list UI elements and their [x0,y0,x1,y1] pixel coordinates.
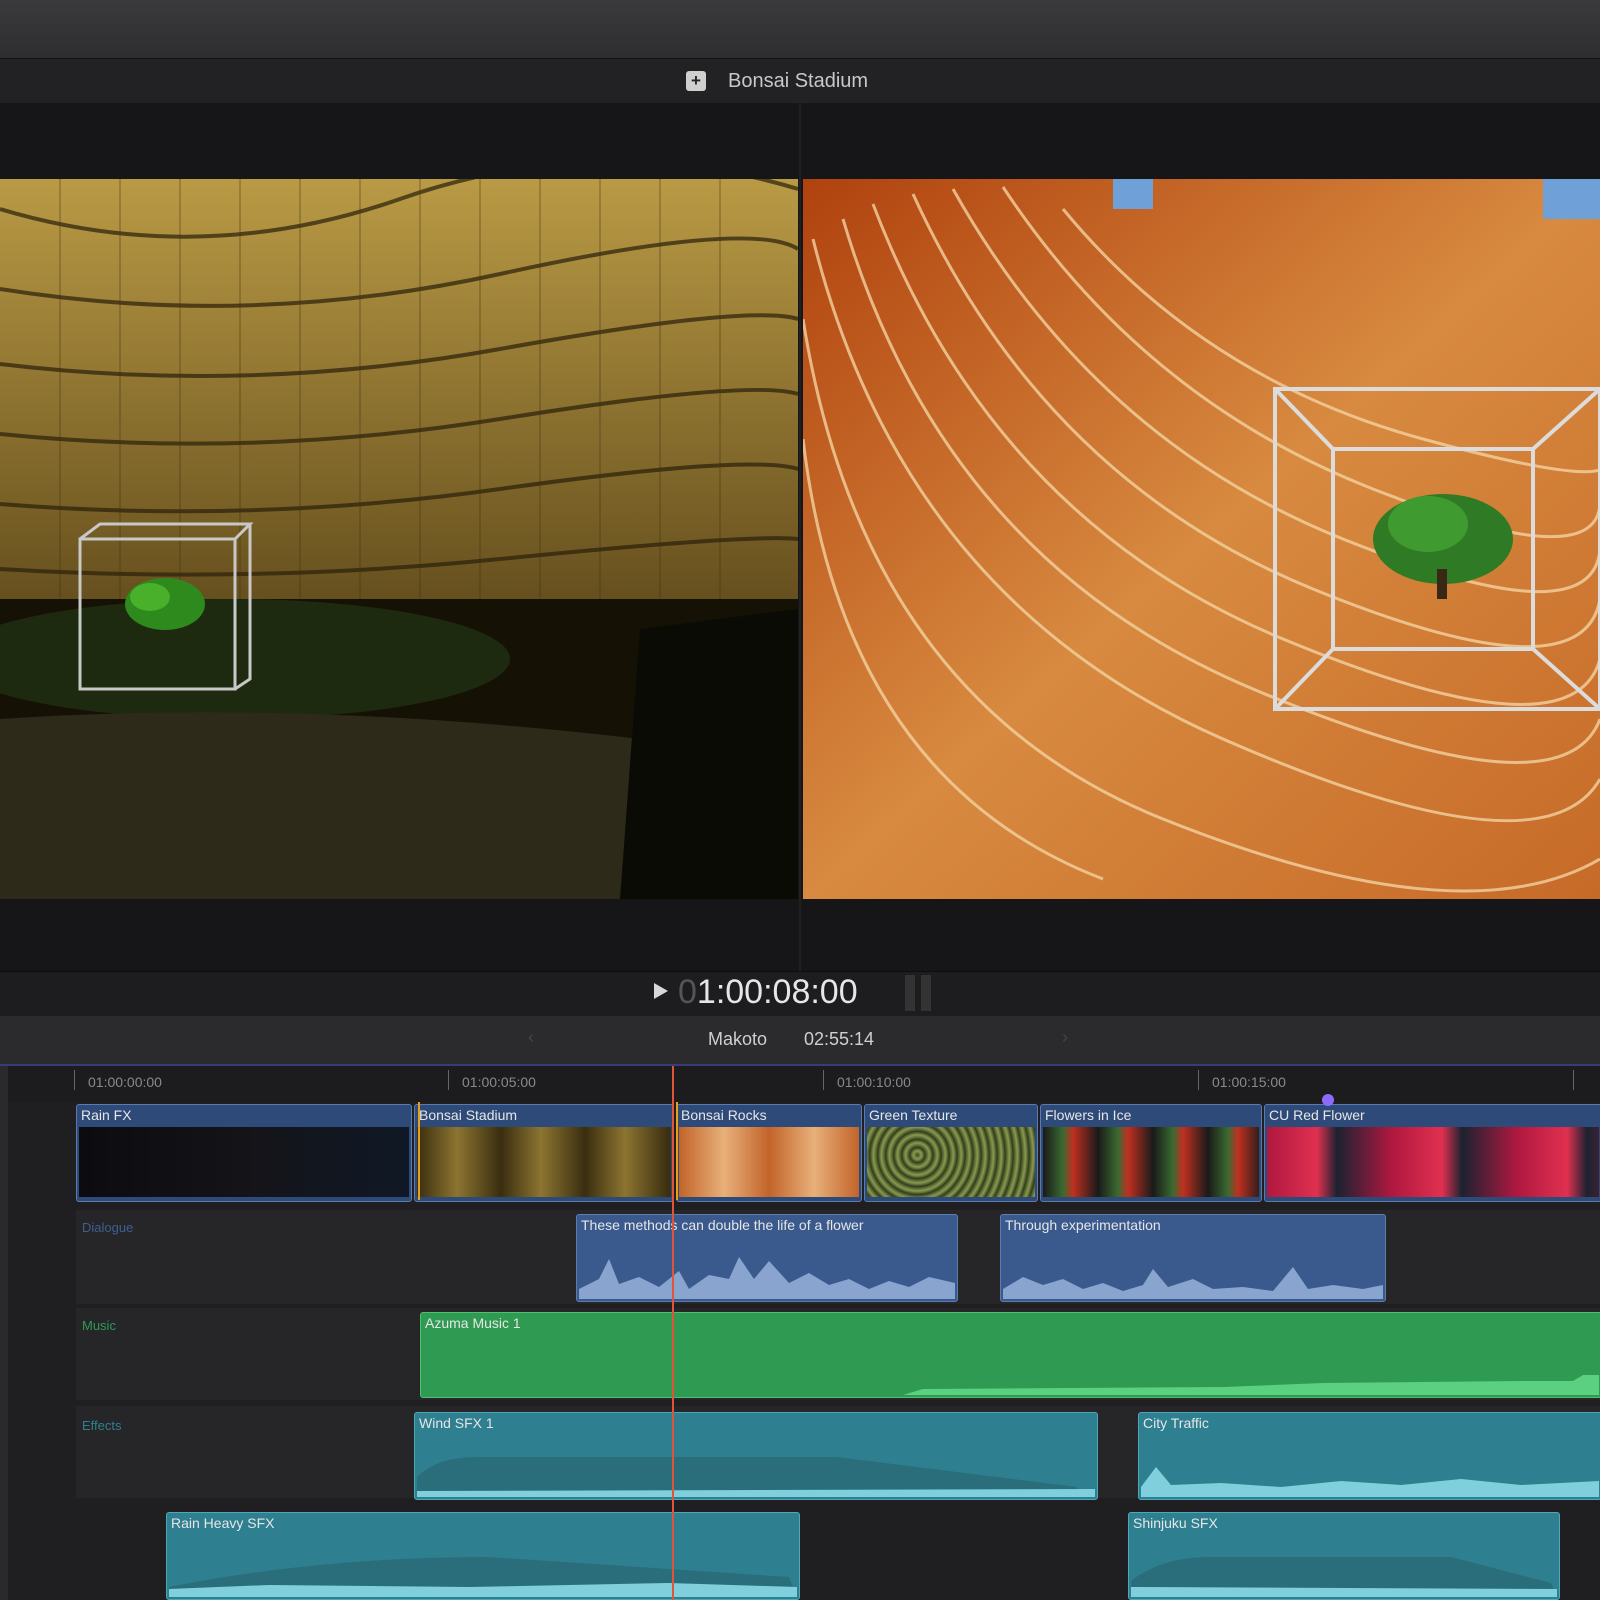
clip-title: Wind SFX 1 [419,1415,494,1431]
clip-type-icon: + [686,71,706,91]
effects-clip[interactable]: Wind SFX 1 [414,1412,1098,1500]
ruler-tick [1573,1070,1574,1090]
viewer-right-image[interactable] [803,179,1600,899]
ruler-label: 01:00:00:00 [88,1074,162,1090]
app-toolbar [0,0,1600,59]
timeline-forward-button[interactable]: › [1062,1027,1068,1048]
clip-title: CU Red Flower [1269,1107,1365,1123]
timeline-header [0,1016,1600,1066]
project-duration: 02:55:14 [804,1029,875,1049]
timeline-sidebar [0,1066,8,1600]
clip-thumbnail [1043,1127,1259,1197]
audio-meter-left [905,975,915,1011]
marker-icon[interactable] [1322,1094,1334,1106]
lane-label-effects: Effects [82,1418,122,1433]
canyon-frame [803,179,1600,899]
timecode-value: 1:00:08:00 [696,973,858,1011]
clip-thumbnail [417,1127,671,1197]
project-name: Makoto [708,1029,768,1049]
viewer-left-image[interactable] [0,179,798,899]
clip-thumbnail [867,1127,1035,1197]
video-clip[interactable]: CU Red Flower [1264,1104,1600,1202]
video-clip[interactable]: Rain FX [76,1104,412,1202]
play-icon[interactable] [654,983,668,999]
video-clip[interactable]: Bonsai Rocks [676,1104,862,1202]
clip-title: City Traffic [1143,1415,1209,1431]
timecode-leading-digit: 0 [678,973,697,1011]
clip-title: Rain Heavy SFX [171,1515,275,1531]
clip-title: Through experimentation [1005,1217,1161,1233]
clip-title: Bonsai Rocks [681,1107,767,1123]
clip-title: Bonsai Stadium [419,1107,518,1123]
music-clip[interactable]: Azuma Music 1 [420,1312,1600,1398]
clip-thumbnail [1267,1127,1599,1197]
clip-title: Shinjuku SFX [1133,1515,1218,1531]
lane-label-dialogue: Dialogue [82,1220,134,1235]
viewer-title: Bonsai Stadium [728,70,869,92]
effects-clip[interactable]: Shinjuku SFX [1128,1512,1560,1600]
audio-waveform [579,1257,955,1299]
clip-title: Green Texture [869,1107,958,1123]
audio-meter [905,975,933,1011]
audio-waveform [169,1557,797,1597]
ruler-tick [74,1070,75,1090]
audio-meter-right [921,975,931,1011]
audio-waveform [1003,1267,1383,1299]
audio-waveform [1131,1557,1557,1597]
dialogue-clip[interactable]: Through experimentation [1000,1214,1386,1302]
lane-label-music: Music [82,1318,116,1333]
ruler-label: 01:00:10:00 [837,1074,911,1090]
timeline-back-button[interactable]: ‹ [528,1027,534,1048]
ruler-tick [823,1070,824,1090]
video-clip[interactable]: Green Texture [864,1104,1038,1202]
effects-clip[interactable]: City Traffic [1138,1412,1600,1500]
video-clip[interactable]: Bonsai Stadium [414,1104,674,1202]
stadium-frame [0,179,798,899]
timeline-ruler[interactable] [8,1066,1600,1102]
clip-thumbnail [79,1127,409,1197]
ruler-tick [1198,1070,1199,1090]
clip-title: Flowers in Ice [1045,1107,1132,1123]
playhead[interactable] [672,1066,674,1600]
clip-title: These methods can double the life of a f… [581,1217,864,1233]
clip-title: Rain FX [81,1107,132,1123]
effects-clip[interactable]: Rain Heavy SFX [166,1512,800,1600]
video-clip[interactable]: Flowers in Ice [1040,1104,1262,1202]
ruler-label: 01:00:05:00 [462,1074,536,1090]
ruler-tick [448,1070,449,1090]
viewer-divider [799,103,801,971]
timecode-display[interactable]: 01:00:08:00 [678,973,858,1012]
clip-title: Azuma Music 1 [425,1315,521,1331]
ruler-label: 01:00:15:00 [1212,1074,1286,1090]
audio-waveform [1141,1467,1599,1497]
dialogue-clip[interactable]: These methods can double the life of a f… [576,1214,958,1302]
audio-waveform [417,1457,1095,1497]
clip-thumbnail [679,1127,859,1197]
audio-waveform [423,1375,1599,1395]
